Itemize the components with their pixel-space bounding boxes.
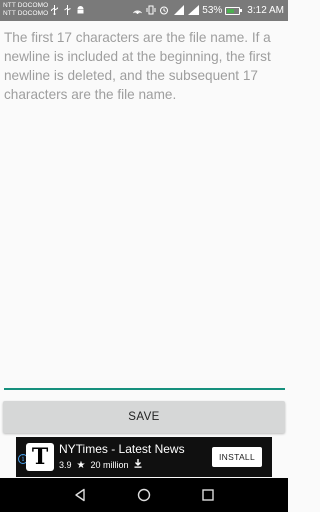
status-bar: NTT DOCOMO NTT DOCOMO 53% 3:12 AM [0, 0, 288, 21]
usb-debug-icon [63, 5, 72, 17]
usb-icon [50, 5, 59, 17]
alarm-icon [159, 5, 169, 17]
ad-rating: 3.9 [59, 459, 72, 470]
back-icon[interactable] [73, 488, 87, 502]
battery-level [227, 8, 235, 13]
system-icons: 53% 3:12 AM [132, 3, 284, 18]
save-button[interactable]: SAVE [3, 401, 285, 433]
carrier-label-2: NTT DOCOMO [3, 10, 49, 17]
ad-title: NYTimes - Latest News [59, 442, 185, 456]
clock: 3:12 AM [247, 5, 284, 16]
battery-icon [225, 6, 243, 15]
home-icon[interactable] [137, 488, 151, 502]
carrier-label-1: NTT DOCOMO [3, 2, 49, 9]
nytimes-app-icon: T [26, 443, 54, 471]
ad-meta: 3.9 ★ 20 million [59, 459, 142, 471]
star-icon: ★ [76, 459, 86, 471]
notification-icons [50, 5, 85, 17]
text-editor[interactable]: The first 17 characters are the file nam… [4, 28, 285, 390]
hotspot-icon [132, 5, 143, 17]
signal-4g-icon [172, 4, 185, 17]
signal-icon [187, 4, 200, 17]
ad-downloads: 20 million [90, 459, 129, 470]
ad-banner[interactable]: i T NYTimes - Latest News 3.9 ★ 20 milli… [16, 437, 272, 477]
vibrate-icon [146, 5, 156, 17]
navigation-bar [0, 478, 288, 512]
android-icon [76, 5, 85, 17]
battery-percent: 53% [202, 5, 223, 16]
install-button[interactable]: INSTALL [212, 447, 262, 467]
carrier-labels: NTT DOCOMO NTT DOCOMO [3, 2, 48, 18]
recent-apps-icon[interactable] [201, 488, 215, 502]
download-icon [134, 459, 142, 471]
editor-text[interactable]: The first 17 characters are the file nam… [4, 28, 285, 104]
